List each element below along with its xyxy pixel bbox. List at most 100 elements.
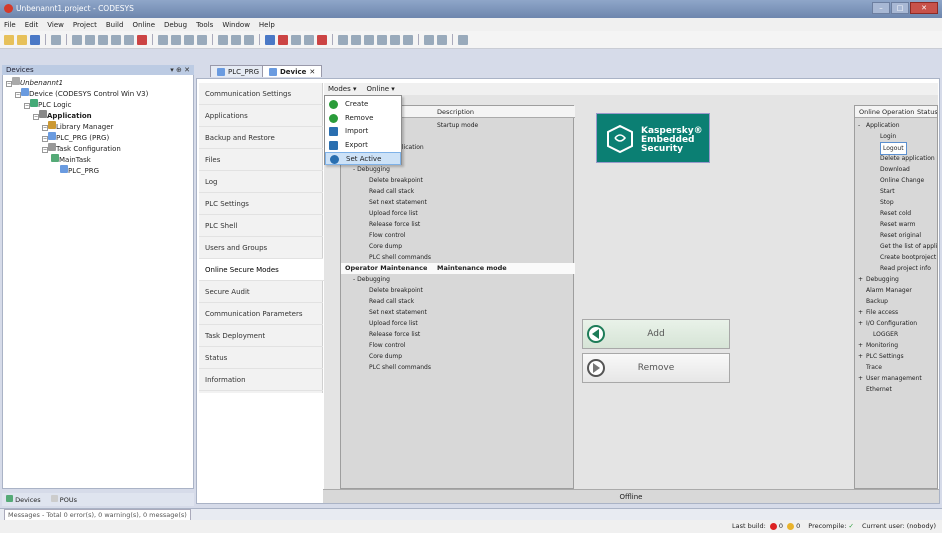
stop-icon[interactable] [304,34,314,45]
tree-expander-icon[interactable]: + [858,318,863,329]
menu-file[interactable]: File [4,21,16,29]
tree-expander-icon[interactable]: - [858,120,860,131]
modes-row[interactable]: Release force list [341,219,575,230]
modes-row[interactable]: Flow control [341,340,575,351]
nav-status[interactable]: Status [199,347,323,369]
nav-task-deployment[interactable]: Task Deployment [199,325,323,347]
online-op-row[interactable]: Create bootproject [855,252,937,263]
nav-online-secure-modes[interactable]: Online Secure Modes [199,259,325,281]
tree-node[interactable]: PLC_PRG [60,165,99,175]
menu-online[interactable]: Online [132,21,155,29]
online-op-row[interactable]: Delete application [855,153,937,164]
print-icon[interactable] [51,34,61,45]
online-op-row[interactable]: + File access [855,307,937,318]
modes-row[interactable]: - Debugging [341,274,575,285]
tree-node[interactable]: − Task Configuration [42,143,121,153]
menu-edit[interactable]: Edit [25,21,39,29]
menu-item-import[interactable]: Import [325,125,401,138]
online-op-row[interactable]: Ethernet [855,384,937,395]
online-op-row[interactable]: - Application [855,120,937,131]
find-icon[interactable] [158,34,168,45]
tree-node[interactable]: MainTask [51,154,91,164]
breakpoint-icon[interactable] [338,34,348,45]
step-over-icon[interactable] [351,34,361,45]
modes-row[interactable]: Upload force list [341,208,575,219]
nav-backup-and-restore[interactable]: Backup and Restore [199,127,323,149]
tree-node[interactable]: − Application [33,110,92,120]
menu-help[interactable]: Help [259,21,275,29]
online-op-row[interactable]: Download [855,164,937,175]
reset-icon[interactable] [317,34,327,45]
tree-expander-icon[interactable]: + [858,274,863,285]
online-op-row[interactable]: Reset warm [855,219,937,230]
tree-expander-icon[interactable]: + [858,351,863,362]
modes-row[interactable]: Read call stack [341,296,575,307]
online-dropdown[interactable]: Online ▾ [366,85,394,93]
tree-node[interactable]: − Library Manager [42,121,113,131]
menu-item-create[interactable]: Create [325,98,401,111]
online-op-row[interactable]: + Debugging [855,274,937,285]
menu-build[interactable]: Build [106,21,124,29]
tree-expander-icon[interactable]: + [858,373,863,384]
tab-devices[interactable]: Devices [6,495,41,504]
watch-icon[interactable] [458,34,468,45]
online-op-row[interactable]: Reset cold [855,208,937,219]
modes-dropdown[interactable]: Modes ▾ [328,85,356,93]
cut-icon[interactable] [98,34,108,45]
menu-view[interactable]: View [47,21,64,29]
modes-row[interactable]: Core dump [341,351,575,362]
redo-icon[interactable] [85,34,95,45]
tab-device[interactable]: Device ✕ [262,65,323,77]
online-op-row[interactable]: Online Change [855,175,937,186]
modes-row[interactable]: Flow control [341,230,575,241]
online-op-row[interactable]: Backup [855,296,937,307]
minimize-button[interactable]: – [872,2,890,14]
import-icon[interactable] [231,34,241,45]
nav-plc-settings[interactable]: PLC Settings [199,193,323,215]
modes-row[interactable]: Delete breakpoint [341,285,575,296]
nav-files[interactable]: Files [199,149,323,171]
rebuild-icon[interactable] [197,34,207,45]
logout-icon[interactable] [278,34,288,45]
open-project-icon[interactable] [17,34,27,45]
tree-expander-icon[interactable]: + [858,307,863,318]
set-next-statement-icon[interactable] [403,34,413,45]
modes-row[interactable]: Upload force list [341,318,575,329]
nav-communication-parameters[interactable]: Communication Parameters [199,303,323,325]
modes-row[interactable]: Core dump [341,241,575,252]
login-icon[interactable] [265,34,275,45]
online-op-row[interactable]: Get the list of applications [855,241,937,252]
close-button[interactable]: ✕ [910,2,938,14]
online-op-row[interactable]: Login [855,131,937,142]
menu-item-remove[interactable]: Remove [325,112,401,125]
nav-communication-settings[interactable]: Communication Settings [199,83,323,105]
paste-icon[interactable] [124,34,134,45]
menu-window[interactable]: Window [222,21,250,29]
online-op-row[interactable]: Reset original [855,230,937,241]
step-out-icon[interactable] [377,34,387,45]
menu-item-export[interactable]: Export [325,139,401,152]
menu-project[interactable]: Project [73,21,97,29]
modes-row[interactable]: Set next statement [341,197,575,208]
remove-button[interactable]: Remove [582,353,730,383]
nav-secure-audit[interactable]: Secure Audit [199,281,323,303]
online-op-row[interactable]: Logout [855,142,937,155]
online-op-row[interactable]: Trace [855,362,937,373]
panel-controls[interactable]: ▾ ⊕ ✕ [170,65,190,75]
add-button[interactable]: Add [582,319,730,349]
maximize-button[interactable]: □ [891,2,909,14]
modes-row[interactable]: Release force list [341,329,575,340]
modes-row[interactable]: Operator Maintenance Maintenance mode [341,263,575,274]
menu-item-set-active[interactable]: Set Active [325,152,401,165]
modes-row[interactable]: PLC shell commands [341,362,575,373]
tab-pous[interactable]: POUs [50,495,77,504]
online-op-row[interactable]: + PLC Settings [855,351,937,362]
online-op-row[interactable]: + Monitoring [855,340,937,351]
tree-node[interactable]: − Device (CODESYS Control Win V3) [15,88,148,98]
online-op-row[interactable]: Alarm Manager [855,285,937,296]
undo-icon[interactable] [72,34,82,45]
menu-debug[interactable]: Debug [164,21,187,29]
online-op-row[interactable]: + I/O Configuration [855,318,937,329]
close-tab-icon[interactable]: ✕ [309,68,315,76]
delete-icon[interactable] [137,34,147,45]
